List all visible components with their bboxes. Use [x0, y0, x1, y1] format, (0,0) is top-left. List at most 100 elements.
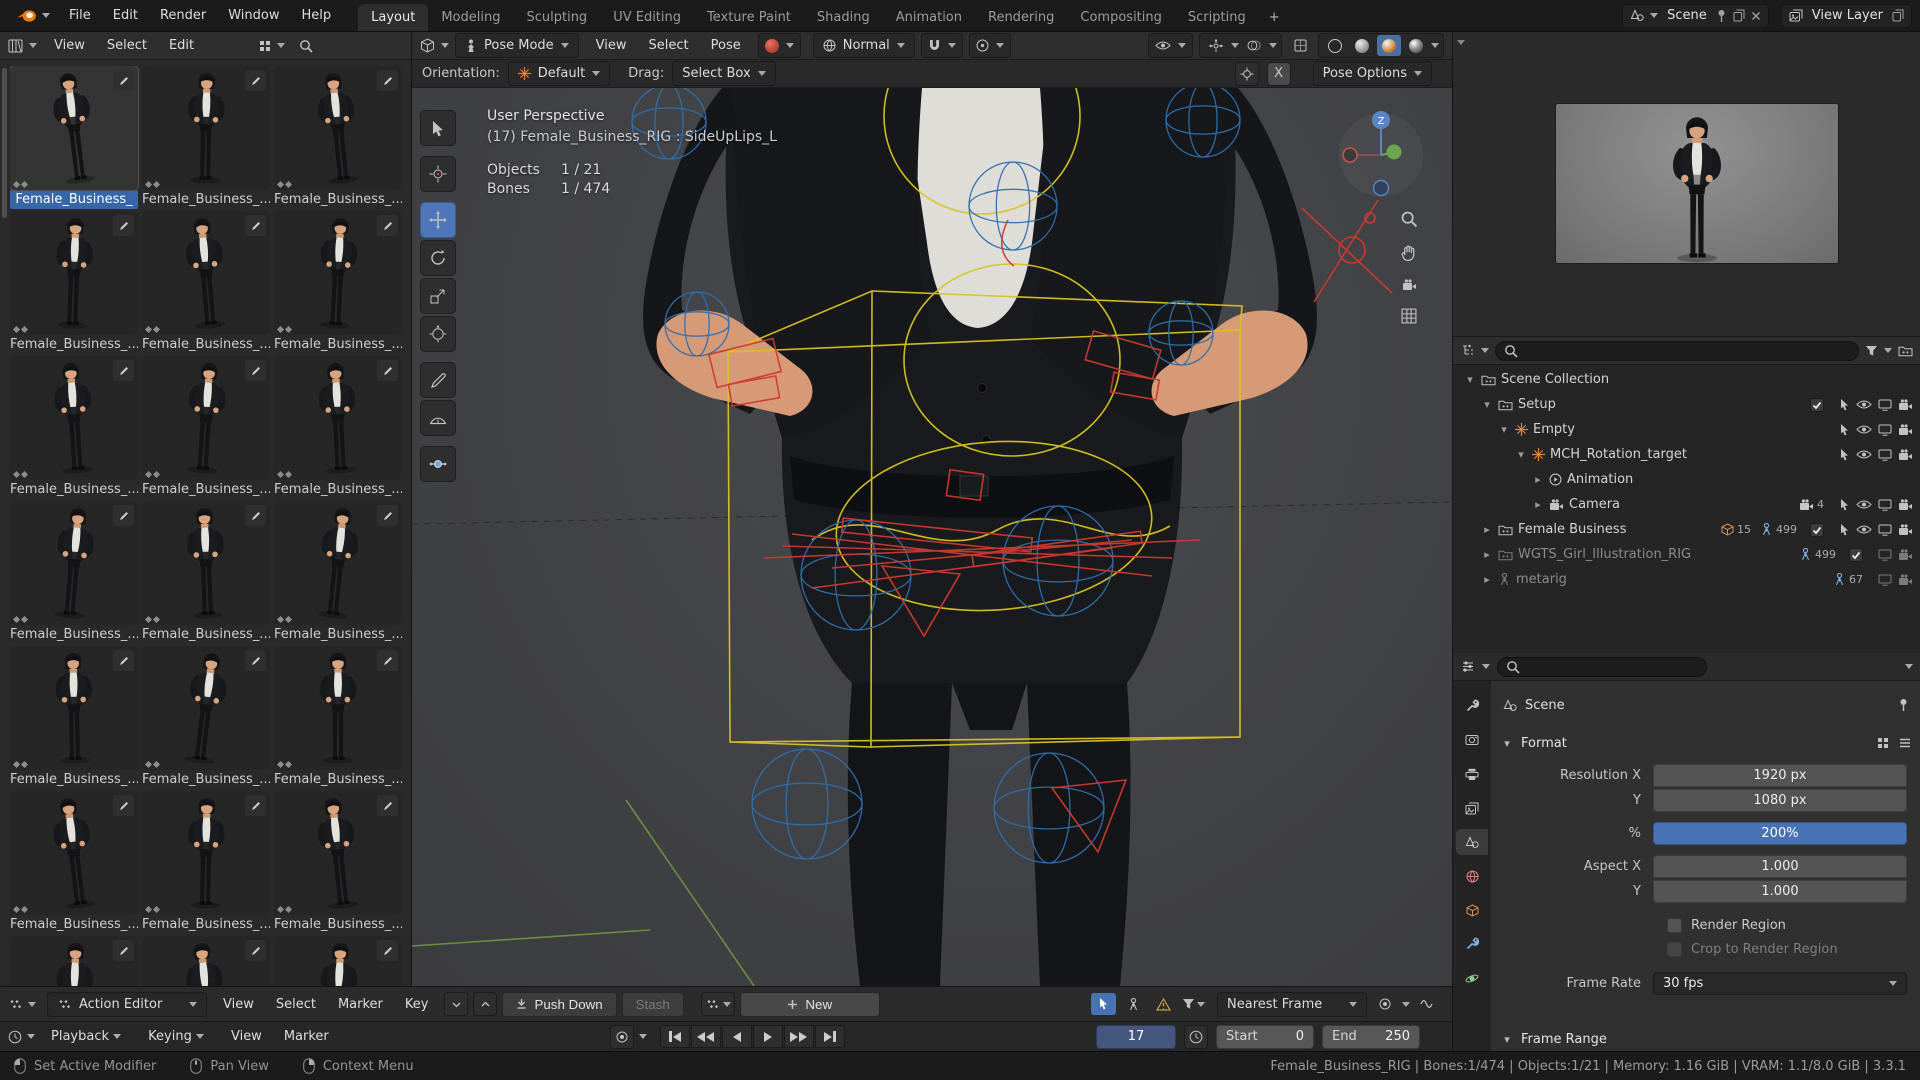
shading-rendered-button[interactable] — [1404, 35, 1428, 56]
only-selected-toggle[interactable] — [1091, 993, 1116, 1015]
auto-keying-toggle[interactable] — [609, 1024, 634, 1049]
tool-cursor[interactable] — [420, 156, 456, 192]
asset-thumbnail[interactable] — [10, 66, 139, 191]
unlink-scene-icon[interactable] — [1751, 11, 1761, 21]
asset-thumbnail[interactable] — [10, 356, 138, 480]
collapse-icon[interactable]: ▾ — [1464, 373, 1476, 386]
shading-wireframe-button[interactable] — [1323, 35, 1347, 56]
asset-thumbnail[interactable] — [10, 211, 138, 335]
proportional-edit-dropdown[interactable] — [968, 33, 1011, 58]
error-warning-icon[interactable] — [1151, 993, 1176, 1015]
workspace-tab-sculpting[interactable]: Sculpting — [513, 4, 600, 31]
cursor-toggle-icon[interactable] — [1839, 398, 1850, 412]
camera-toggle-icon[interactable] — [1898, 498, 1913, 512]
edit-asset-icon[interactable] — [113, 215, 134, 236]
checkbox-icon[interactable] — [1667, 917, 1682, 933]
edit-asset-icon[interactable] — [245, 360, 266, 381]
properties-editor-icon[interactable] — [1461, 660, 1475, 673]
orientation-dropdown[interactable]: Default — [507, 61, 611, 86]
viewport-menu-select[interactable]: Select — [638, 32, 700, 59]
frame-start-field[interactable]: Start 0 — [1216, 1024, 1314, 1049]
armature-filter-toggle[interactable] — [1121, 993, 1146, 1015]
show-gizmos-toggle[interactable] — [1204, 35, 1228, 56]
drag-dropdown[interactable]: Select Box — [672, 61, 776, 86]
proportional-dope-toggle[interactable] — [1372, 993, 1397, 1015]
current-frame-field[interactable]: 17 — [1096, 1024, 1176, 1049]
asset-item[interactable]: Female_Business_... — [142, 936, 270, 986]
scene-selector[interactable]: Scene — [1622, 3, 1769, 28]
eye-toggle-icon[interactable] — [1856, 423, 1872, 437]
new-collection-icon[interactable] — [1898, 344, 1913, 357]
outliner-row-wgts-girl-illustration-rig[interactable]: ▸ WGTS_Girl_Illustration_RIG 499 — [1453, 542, 1920, 567]
play-reverse-button[interactable] — [721, 1025, 752, 1048]
asset-thumbnail[interactable] — [142, 356, 270, 480]
view-layer-selector[interactable]: View Layer — [1780, 3, 1912, 28]
collection-checkbox[interactable] — [1810, 397, 1824, 412]
pan-hand-icon[interactable] — [1401, 245, 1417, 262]
asset-item[interactable]: Female_Business_... — [10, 646, 138, 789]
tool-tweak[interactable] — [420, 110, 456, 146]
edit-asset-icon[interactable] — [245, 215, 266, 236]
asset-menu-select[interactable]: Select — [96, 32, 158, 59]
asset-thumbnail[interactable] — [274, 211, 402, 335]
play-button[interactable] — [752, 1025, 783, 1048]
edit-asset-icon[interactable] — [377, 360, 398, 381]
action-down-button[interactable] — [444, 992, 469, 1016]
asset-thumbnail[interactable] — [142, 66, 270, 190]
timeline-menu-marker[interactable]: Marker — [273, 1024, 340, 1050]
workspace-tab-scripting[interactable]: Scripting — [1175, 4, 1259, 31]
collapse-icon[interactable]: ▾ — [1515, 448, 1527, 461]
timeline-editor-icon[interactable] — [8, 1030, 22, 1044]
monitor-toggle-icon[interactable] — [1878, 498, 1892, 512]
camera-toggle-icon[interactable] — [1898, 398, 1913, 412]
asset-item[interactable]: Female_Business_... — [274, 791, 402, 934]
visibility-dropdown[interactable] — [1148, 33, 1193, 58]
asset-item[interactable]: Female_Business_... — [274, 356, 402, 499]
pin-scene-icon[interactable] — [1716, 9, 1727, 23]
edit-asset-icon[interactable] — [113, 360, 134, 381]
outliner-row-female-business[interactable]: ▸ Female Business 15 499 — [1453, 517, 1920, 542]
panel-menu-icon[interactable] — [1899, 737, 1911, 749]
outliner-row-scene-collection[interactable]: ▾ Scene Collection — [1453, 367, 1920, 392]
field-y-1[interactable]: 1080 px — [1653, 788, 1907, 812]
asset-item[interactable]: Female_Business_... — [142, 646, 270, 789]
dope-menu-select[interactable]: Select — [265, 991, 327, 1017]
tool-annotate[interactable] — [420, 362, 456, 398]
edit-asset-icon[interactable] — [245, 505, 266, 526]
field-aspect-x-3[interactable]: 1.000 — [1653, 854, 1907, 878]
menu-window[interactable]: Window — [217, 0, 290, 31]
checkbox-render-region[interactable]: Render Region — [1667, 913, 1920, 937]
asset-browser-editor-icon[interactable] — [8, 39, 23, 53]
pin-icon[interactable] — [1898, 698, 1909, 712]
menu-file[interactable]: File — [58, 0, 102, 31]
field-y-4[interactable]: 1.000 — [1653, 879, 1907, 903]
frame-range-panel-header[interactable]: ▾ Frame Range — [1491, 1025, 1920, 1051]
asset-item[interactable]: Female_Business_... — [274, 936, 402, 986]
asset-item[interactable]: Female_Business_ — [10, 66, 139, 209]
asset-thumbnail[interactable] — [142, 211, 270, 335]
outliner-row-animation[interactable]: ▸ Animation — [1453, 467, 1920, 492]
asset-item[interactable]: Female_Business_... — [10, 501, 138, 644]
edit-asset-icon[interactable] — [113, 650, 134, 671]
asset-menu-view[interactable]: View — [43, 32, 96, 59]
asset-thumbnail[interactable] — [10, 646, 138, 770]
asset-item[interactable]: Female_Business_... — [274, 646, 402, 789]
asset-thumbnail[interactable] — [142, 646, 270, 770]
camera-toggle-icon[interactable] — [1898, 548, 1913, 561]
format-presets-icon[interactable] — [1877, 737, 1889, 749]
properties-tab-tool[interactable] — [1456, 693, 1488, 719]
eye-toggle-icon[interactable] — [1856, 448, 1872, 462]
filter-dropdown[interactable] — [1181, 993, 1206, 1015]
workspace-tab-animation[interactable]: Animation — [883, 4, 975, 31]
viewport-editor-icon[interactable] — [420, 38, 435, 53]
asset-thumbnail[interactable] — [10, 791, 138, 915]
edit-asset-icon[interactable] — [113, 70, 134, 91]
asset-item[interactable]: Female_Business_... — [10, 356, 138, 499]
edit-asset-icon[interactable] — [377, 940, 398, 961]
edit-asset-icon[interactable] — [245, 940, 266, 961]
asset-thumbnail[interactable] — [274, 791, 402, 915]
timeline-menu-view[interactable]: View — [220, 1024, 273, 1050]
outliner-row-empty[interactable]: ▾ Empty — [1453, 417, 1920, 442]
asset-thumbnail[interactable] — [142, 791, 270, 915]
edit-asset-icon[interactable] — [245, 70, 266, 91]
